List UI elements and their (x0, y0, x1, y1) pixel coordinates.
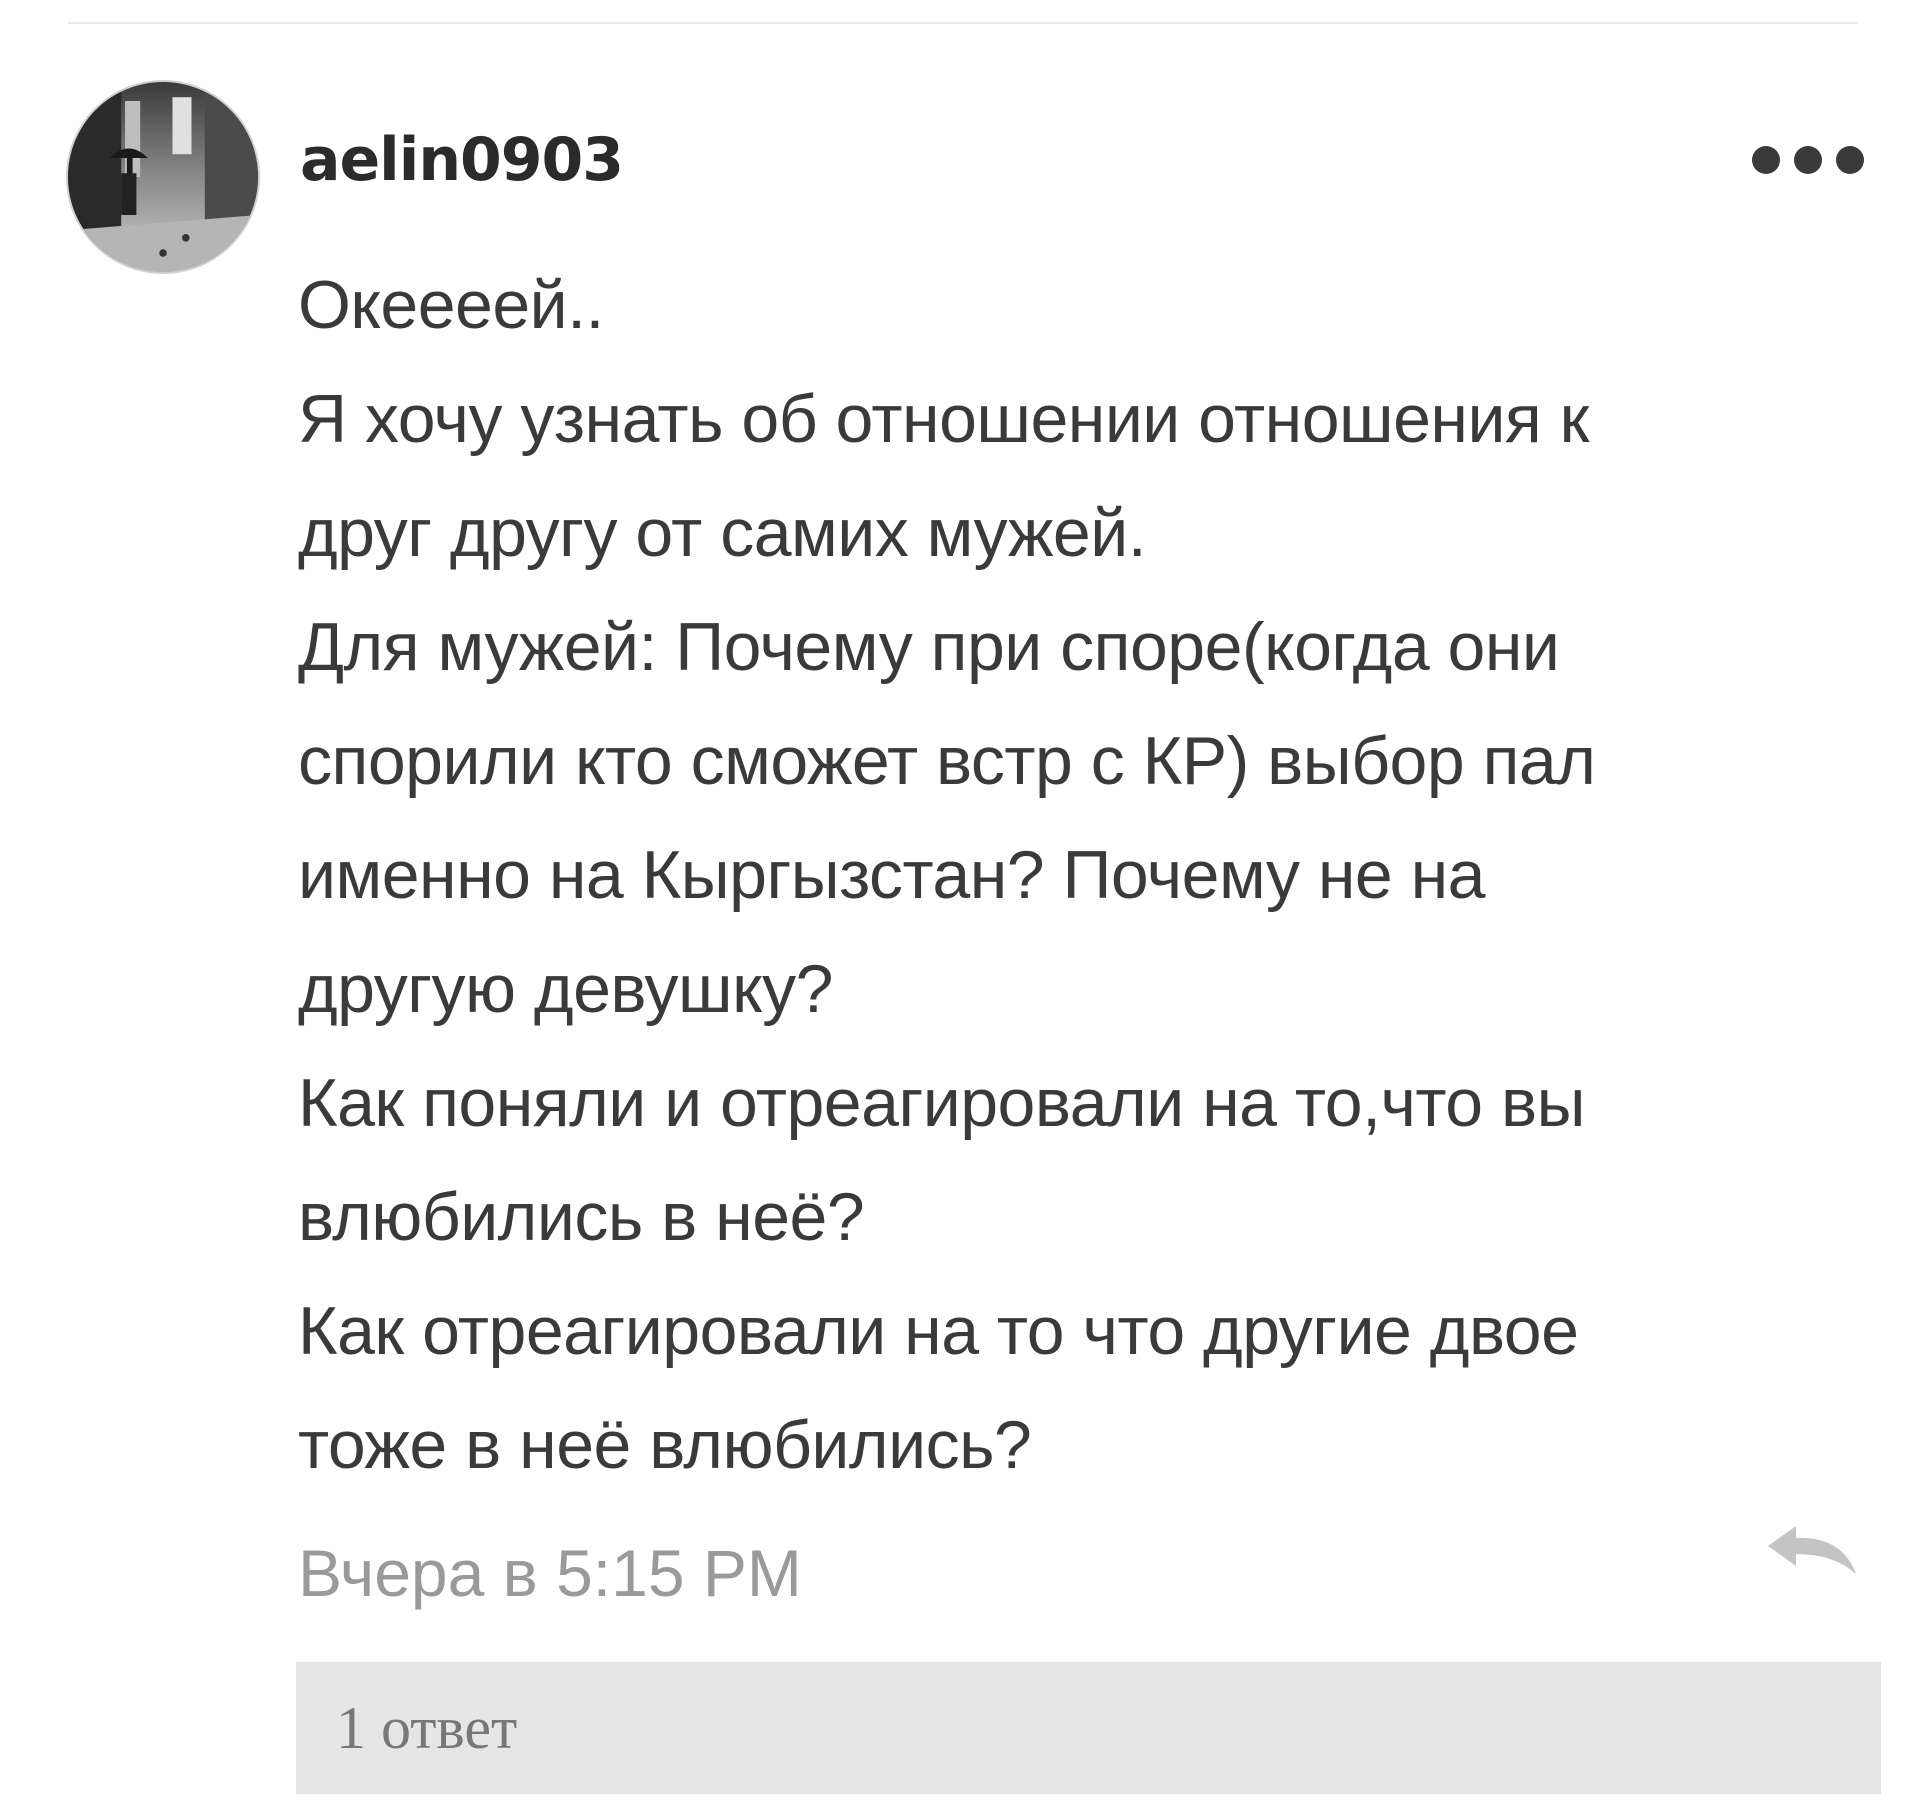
avatar-photo-icon (68, 82, 258, 272)
comment-timestamp: Вчера в 5:15 PM (298, 1536, 802, 1610)
comment-text: Океееей.. Я хочу узнать об отношении отн… (298, 267, 1596, 1483)
more-dots-icon (1794, 146, 1822, 174)
more-dots-icon (1836, 146, 1864, 174)
replies-toggle-button[interactable]: 1 ответ (296, 1662, 1881, 1794)
replies-count-label: 1 ответ (336, 1695, 518, 1761)
reply-arrow-icon[interactable] (1762, 1520, 1862, 1584)
username[interactable]: aelin0903 (300, 120, 624, 200)
comment-card: aelin0903 Океееей.. Я хочу узнать об отн… (0, 0, 1920, 1820)
more-options-button[interactable] (1752, 140, 1864, 180)
more-dots-icon (1752, 146, 1780, 174)
user-avatar[interactable] (68, 82, 258, 272)
